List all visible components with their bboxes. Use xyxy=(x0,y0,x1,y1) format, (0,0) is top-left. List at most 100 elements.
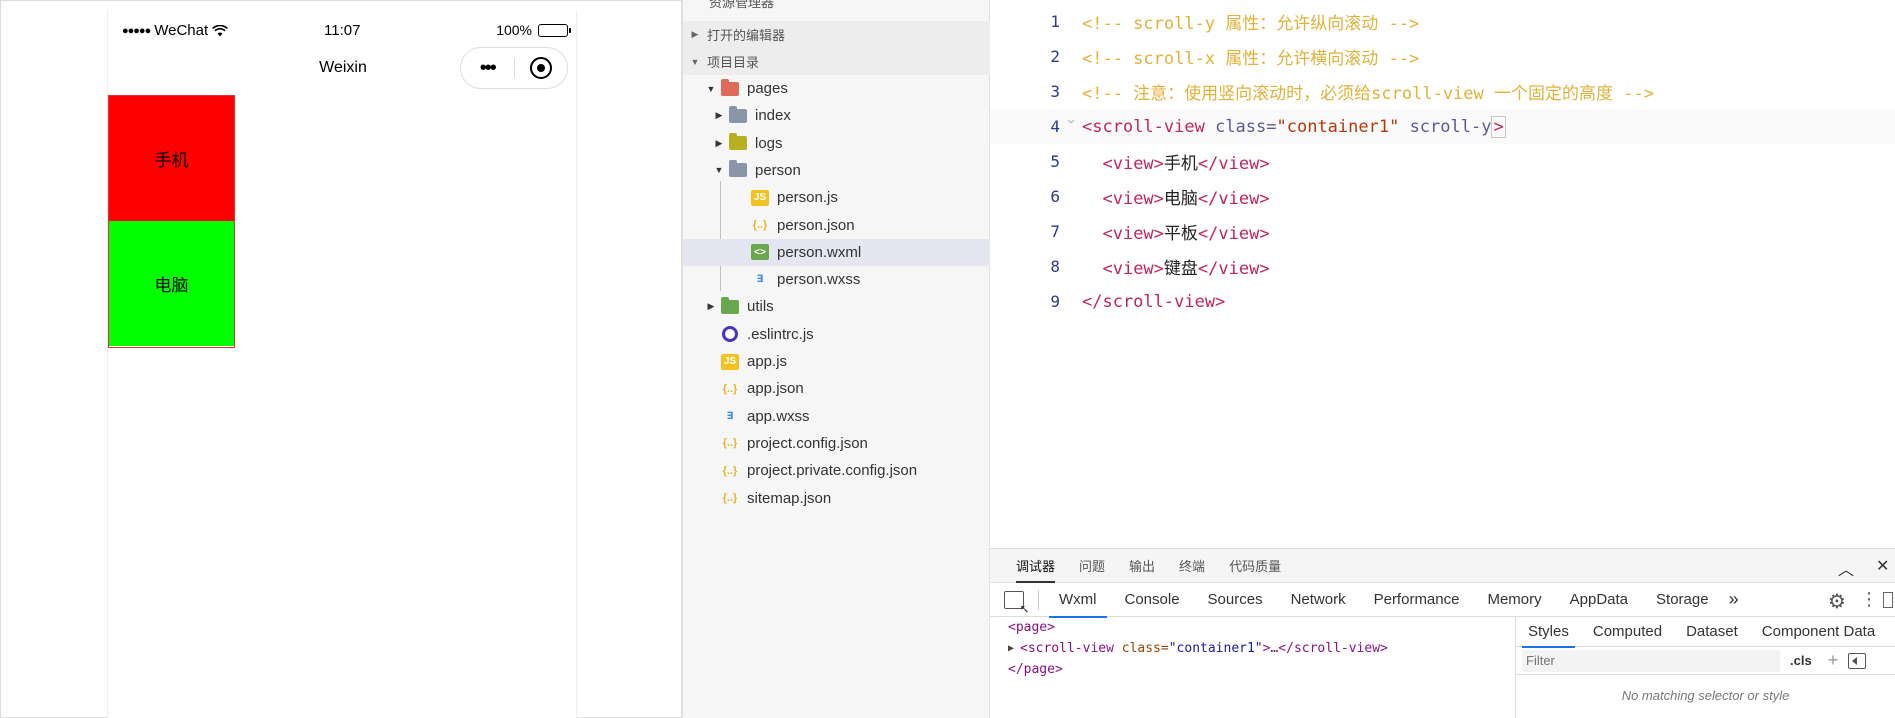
tree-item-app-wxss[interactable]: ∃ app.wxss xyxy=(683,403,991,430)
debug-tab-0[interactable]: 调试器 xyxy=(1016,549,1056,583)
panel-tab-memory[interactable]: Memory xyxy=(1473,583,1555,617)
code-text: 手机 xyxy=(1163,154,1198,174)
tree-item-project-private-config-json[interactable]: {..} project.private.config.json xyxy=(683,457,991,484)
panel-tab-console[interactable]: Console xyxy=(1111,583,1194,617)
code-line-7[interactable]: 7 <view>平板</view> xyxy=(990,214,1895,249)
debug-tab-3[interactable]: 终端 xyxy=(1179,549,1205,583)
code-line-1[interactable]: 1 <!-- scroll-y 属性：允许纵向滚动 --> xyxy=(990,4,1895,39)
code-tag: </view> xyxy=(1197,259,1270,279)
scroll-view-container[interactable]: 手机 电脑 xyxy=(108,95,235,348)
tree-item-index[interactable]: ▶ index xyxy=(683,102,991,129)
styles-tab-dataset[interactable]: Dataset xyxy=(1674,617,1750,647)
code-line-4[interactable]: 4 ⌵ <scroll-view class="container1" scroll… xyxy=(990,109,1895,144)
phone-screen: ●●●●● WeChat 11:07 100% Weixin ••• 手机 电脑 xyxy=(107,11,577,718)
tree-item-app-json[interactable]: {..} app.json xyxy=(683,375,991,402)
dock-side-icon[interactable] xyxy=(1883,592,1893,608)
tree-item-person-js[interactable]: JS person.js xyxy=(683,184,991,211)
debug-tab-1[interactable]: 问题 xyxy=(1079,549,1105,583)
caret-right-icon[interactable]: ▶ xyxy=(713,110,725,121)
debug-tab-4[interactable]: 代码质量 xyxy=(1229,549,1281,583)
code-tag: </view> xyxy=(1197,224,1270,244)
folder-open-icon xyxy=(729,160,747,178)
line-number: 9 xyxy=(1050,292,1060,311)
styles-tab-computed[interactable]: Computed xyxy=(1581,617,1674,647)
json-file-icon: {..} xyxy=(752,219,768,231)
wxml-scroll-view-node[interactable]: ▶ <scroll-view class= "container1" >…</scr… xyxy=(1008,638,1515,659)
caret-down-icon[interactable]: ▼ xyxy=(705,84,717,94)
close-icon[interactable]: ✕ xyxy=(1876,556,1889,576)
code-editor[interactable]: 1 <!-- scroll-y 属性：允许纵向滚动 --> 2 <!-- scroll… xyxy=(990,0,1895,548)
scroll-view-item: 电脑 xyxy=(109,221,234,346)
signal-icon: ●●●●● xyxy=(122,24,151,37)
code-content: <view>电脑</view> xyxy=(1082,184,1269,209)
tree-item-logs[interactable]: ▶ logs xyxy=(683,130,991,157)
kebab-menu-icon[interactable]: ⋮ xyxy=(1860,589,1878,610)
wxml-page-close[interactable]: </page> xyxy=(1008,659,1515,680)
code-line-6[interactable]: 6 <view>电脑</view> xyxy=(990,179,1895,214)
tree-item-label: person.wxss xyxy=(777,271,861,289)
code-content: <!-- scroll-y 属性：允许纵向滚动 --> xyxy=(1082,9,1419,34)
panel-tab-appdata[interactable]: AppData xyxy=(1556,583,1642,617)
debug-tab-2[interactable]: 输出 xyxy=(1129,549,1155,583)
cls-toggle-button[interactable]: .cls xyxy=(1790,653,1812,668)
panel-tab-network[interactable]: Network xyxy=(1277,583,1360,617)
tree-item-label: person.wxml xyxy=(777,243,862,261)
toggle-sidebar-icon[interactable] xyxy=(1848,652,1867,669)
code-tag: <view> xyxy=(1102,224,1164,244)
inspect-element-icon[interactable] xyxy=(1004,590,1024,609)
styles-tab-component-data[interactable]: Component Data xyxy=(1750,617,1887,647)
code-line-5[interactable]: 5 <view>手机</view> xyxy=(990,144,1895,179)
more-tabs-icon[interactable]: » xyxy=(1723,589,1745,610)
devtools-panel-tabs: WxmlConsoleSourcesNetworkPerformanceMemo… xyxy=(990,583,1895,618)
code-string: "container1" xyxy=(1276,116,1400,137)
gear-icon[interactable]: ⚙ xyxy=(1828,589,1846,614)
tree-item-utils[interactable]: ▶ utils xyxy=(683,293,991,320)
tree-item-project-config-json[interactable]: {..} project.config.json xyxy=(683,430,991,457)
section-project-dir[interactable]: ▼ 项目目录 xyxy=(683,48,991,75)
wxml-file-icon: <> xyxy=(751,244,769,261)
code-token: < xyxy=(1082,116,1093,137)
tree-item-person-wxss[interactable]: ∃ person.wxss xyxy=(683,266,991,293)
panel-tab-storage[interactable]: Storage xyxy=(1642,583,1723,617)
tree-item-person[interactable]: ▼ person xyxy=(683,157,991,184)
collapse-icon[interactable]: ︿ xyxy=(1838,556,1854,580)
code-attr: class= xyxy=(1204,116,1277,137)
line-number: 1 xyxy=(1050,12,1060,31)
panel-tab-sources[interactable]: Sources xyxy=(1194,583,1277,617)
tree-item-label: pages xyxy=(747,80,788,97)
tree-item-person-json[interactable]: {..} person.json xyxy=(683,212,991,239)
line-number: 5 xyxy=(1050,152,1060,171)
code-line-8[interactable]: 8 <view>键盘</view> xyxy=(990,249,1895,284)
wxml-page-open[interactable]: <page> xyxy=(1008,617,1515,638)
panel-tab-wxml[interactable]: Wxml xyxy=(1045,583,1111,618)
expand-caret-icon[interactable]: ▶ xyxy=(1008,643,1020,654)
tree-item-person-wxml[interactable]: <> person.wxml xyxy=(683,238,991,266)
code-content: <view>平板</view> xyxy=(1082,219,1270,244)
code-comment: <!-- 注意：使用竖向滚动时，必须给scroll-view 一个固定的高度 -… xyxy=(1082,84,1654,104)
line-number: 7 xyxy=(1050,222,1060,241)
caret-right-icon[interactable]: ▶ xyxy=(713,138,725,149)
code-tag: <view> xyxy=(1102,189,1164,209)
code-line-2[interactable]: 2 <!-- scroll-x 属性：允许横向滚动 --> xyxy=(990,39,1895,74)
code-line-9[interactable]: 9 </scroll-view> xyxy=(990,284,1895,319)
caret-right-icon[interactable]: ▶ xyxy=(705,301,717,312)
caret-down-icon[interactable]: ▼ xyxy=(713,165,725,175)
styles-filter-input[interactable] xyxy=(1522,649,1780,672)
more-icon[interactable]: ••• xyxy=(461,58,514,78)
code-content: <view>键盘</view> xyxy=(1082,254,1270,279)
tree-item-eslintrc-js[interactable]: .eslintrc.js xyxy=(683,321,991,348)
fold-chevron-icon[interactable]: ⌵ xyxy=(1060,112,1082,126)
close-target-icon[interactable] xyxy=(514,57,567,79)
tree-item-label: utils xyxy=(747,298,774,316)
tree-item-app-js[interactable]: JS app.js xyxy=(683,348,991,375)
js-file-icon: JS xyxy=(751,189,769,206)
tree-item-pages[interactable]: ▼ pages xyxy=(683,75,991,102)
tree-item-sitemap-json[interactable]: {..} sitemap.json xyxy=(683,485,991,512)
section-open-editors[interactable]: ▶ 打开的编辑器 xyxy=(683,21,991,48)
folder-icon xyxy=(729,133,747,151)
status-bar: ●●●●● WeChat 11:07 100% xyxy=(108,11,578,49)
new-rule-button[interactable]: + xyxy=(1828,650,1839,671)
styles-tab-styles[interactable]: Styles xyxy=(1516,617,1581,648)
panel-tab-performance[interactable]: Performance xyxy=(1360,583,1474,617)
code-line-3[interactable]: 3 <!-- 注意：使用竖向滚动时，必须给scroll-view 一个固定的高度 … xyxy=(990,74,1895,109)
